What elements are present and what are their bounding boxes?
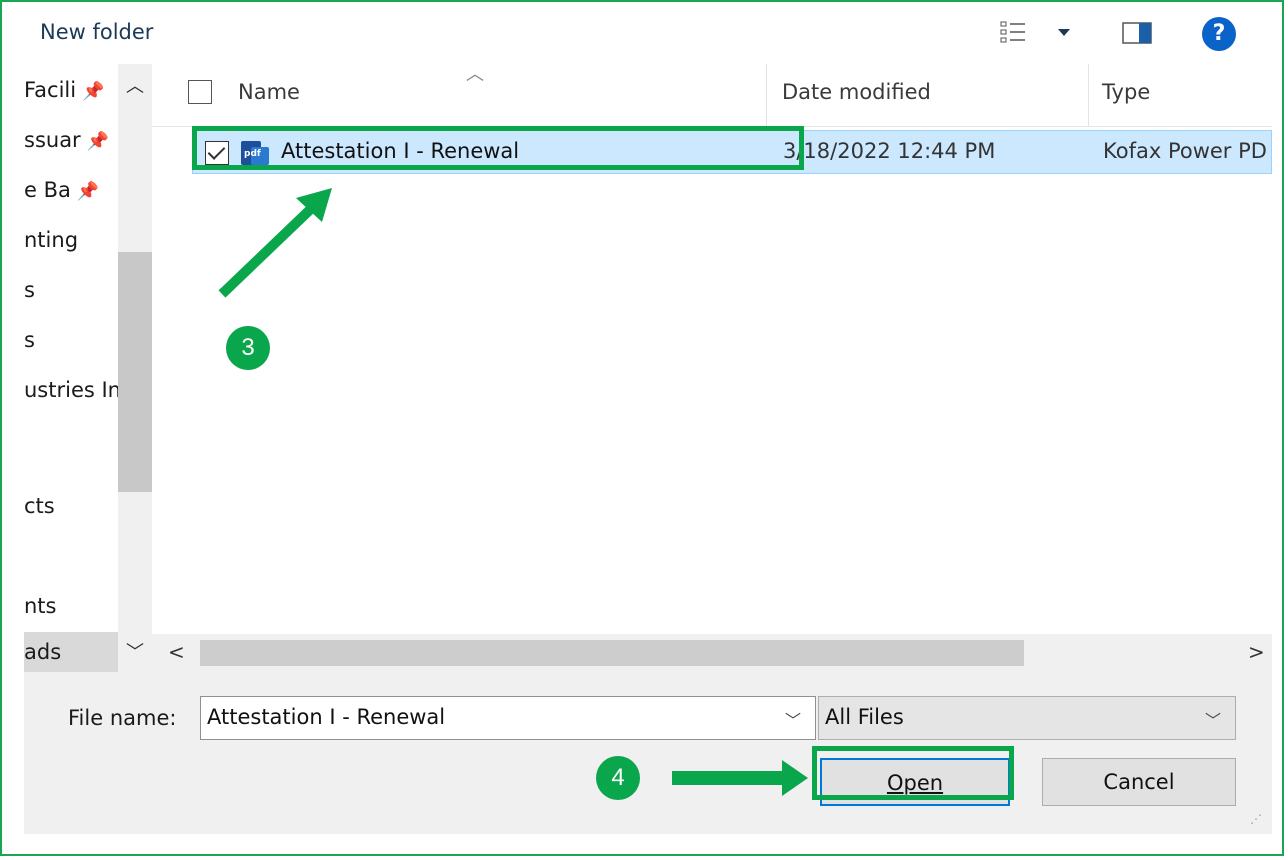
nav-item[interactable]: ustries In [24,370,121,410]
step-3-badge: 3 [226,326,270,370]
column-divider[interactable] [766,64,767,126]
nav-item[interactable]: s [24,270,35,310]
cancel-button[interactable]: Cancel [1042,758,1236,806]
select-all-checkbox[interactable] [188,80,212,104]
view-dropdown-arrow-icon[interactable] [1058,29,1070,36]
file-type: Kofax Power PD [1103,139,1267,163]
column-date-modified[interactable]: Date modified [782,80,931,104]
view-options-icon[interactable] [1000,20,1026,44]
filter-value: All Files [825,705,904,729]
pin-icon: 📌 [82,81,105,102]
chevron-down-icon[interactable]: ﹀ [1205,707,1221,731]
annotation-highlight-open [812,746,1014,800]
nav-item[interactable]: e Ba 📌 [24,170,99,210]
file-type-filter[interactable]: All Files ﹀ [818,696,1236,740]
horizontal-scrollbar[interactable]: < > [152,634,1272,672]
pin-icon: 📌 [76,181,100,202]
preview-pane-icon[interactable] [1122,22,1152,44]
step-4-badge: 4 [596,756,640,800]
sort-ascending-icon: ︿ [466,64,484,85]
nav-item[interactable]: nts [24,586,56,626]
scroll-left-icon[interactable]: < [168,640,185,664]
nav-item[interactable]: nting [24,220,78,260]
column-type[interactable]: Type [1102,80,1150,104]
file-name-input[interactable]: Attestation I - Renewal ﹀ [200,696,816,740]
column-name[interactable]: Name [238,80,300,104]
help-icon[interactable]: ? [1202,17,1236,51]
chevron-down-icon[interactable]: ﹀ [785,707,801,731]
column-header: ︿ Name Date modified Type [152,64,1272,127]
column-divider[interactable] [1088,64,1089,126]
file-name-value: Attestation I - Renewal [207,705,446,729]
toolbar: New folder ? [24,2,1272,64]
bottom-panel: File name: Attestation I - Renewal ﹀ All… [24,672,1272,834]
scroll-up-icon[interactable]: ︿ [126,72,144,98]
file-name-label: File name: [68,706,177,730]
resize-grip-icon[interactable]: ⋰ [1250,812,1268,830]
scroll-down-icon[interactable]: ﹀ [126,638,144,664]
nav-scrollbar-thumb[interactable] [118,252,152,492]
pin-icon: 📌 [86,131,110,152]
nav-item[interactable]: cts [24,486,55,526]
file-date: 3/18/2022 12:44 PM [783,139,996,163]
nav-item[interactable]: ssuar 📌 [24,120,109,160]
horizontal-scrollbar-thumb[interactable] [200,640,1024,666]
nav-item-selected[interactable]: ads [24,632,118,672]
annotation-highlight-file [192,126,804,170]
new-folder-button[interactable]: New folder [40,20,153,44]
scroll-right-icon[interactable]: > [1248,640,1265,664]
nav-item[interactable]: s [24,320,35,360]
nav-item[interactable]: Facili 📌 [24,70,105,110]
